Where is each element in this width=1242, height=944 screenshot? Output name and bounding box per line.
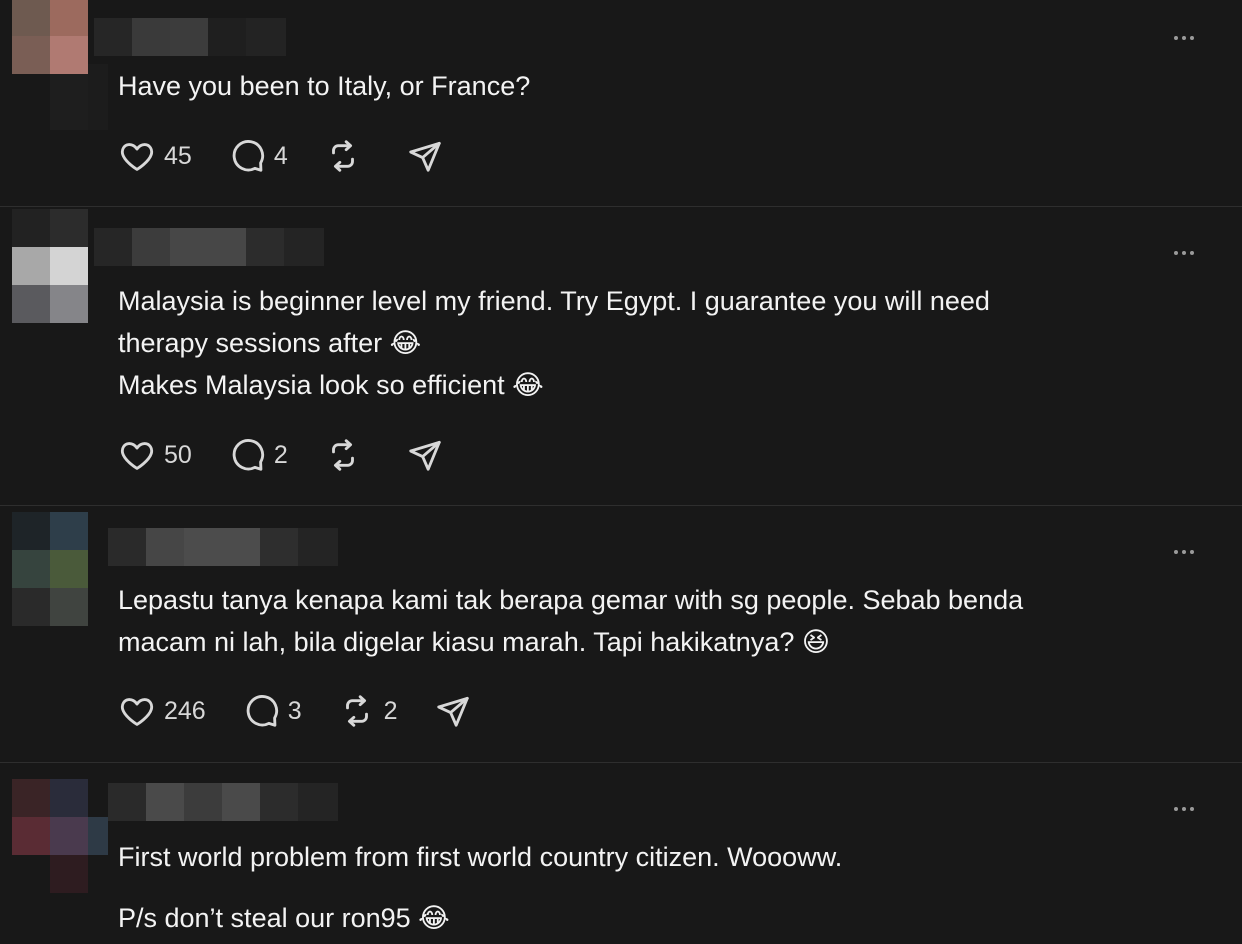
reply-post: First world problem from first world cou… xyxy=(0,763,1242,944)
reply-count: 3 xyxy=(287,696,302,725)
share-button[interactable] xyxy=(434,692,472,730)
more-options-icon[interactable] xyxy=(1168,544,1200,560)
repost-button[interactable] xyxy=(324,436,370,474)
avatar[interactable] xyxy=(12,779,108,895)
heart-icon xyxy=(120,442,154,470)
heart-icon xyxy=(120,698,154,726)
paper-plane-icon xyxy=(409,141,441,172)
paper-plane-icon xyxy=(409,440,441,471)
avatar[interactable] xyxy=(12,209,108,325)
repost-button[interactable] xyxy=(324,137,370,175)
post-text: Have you been to Italy, or France? xyxy=(118,65,1178,107)
post-actions: 45 4 xyxy=(118,136,480,176)
reply-button[interactable]: 2 xyxy=(228,436,288,474)
repost-count: 2 xyxy=(383,696,398,725)
reply-button[interactable]: 3 xyxy=(242,692,302,730)
paper-plane-icon xyxy=(436,696,469,727)
post-text-line: Makes Malaysia look so efficient 😂 xyxy=(118,370,544,400)
post-actions: 246 3 2 xyxy=(118,691,508,731)
share-button[interactable] xyxy=(406,436,444,474)
username-redacted[interactable] xyxy=(94,228,324,266)
username-redacted[interactable] xyxy=(94,18,286,56)
post-text: First world problem from first world cou… xyxy=(118,836,1178,939)
heart-icon xyxy=(120,143,154,171)
post-text-line: P/s don’t steal our ron95 😂 xyxy=(118,903,450,933)
post-text-line: First world problem from first world cou… xyxy=(118,842,843,872)
post-text-line: Lepastu tanya kenapa kami tak berapa gem… xyxy=(118,585,1024,615)
reply-count: 2 xyxy=(273,440,288,469)
username-redacted[interactable] xyxy=(108,528,338,566)
more-options-icon[interactable] xyxy=(1168,30,1200,46)
username-redacted[interactable] xyxy=(108,783,338,821)
like-button[interactable]: 246 xyxy=(118,692,206,730)
repost-icon xyxy=(345,695,368,727)
thread-replies-feed: Have you been to Italy, or France? 45 4 xyxy=(0,0,1242,944)
avatar[interactable] xyxy=(12,512,108,628)
speech-bubble-icon xyxy=(232,439,264,471)
more-options-icon[interactable] xyxy=(1168,245,1200,261)
like-button[interactable]: 45 xyxy=(118,137,192,175)
like-count: 45 xyxy=(164,141,192,170)
more-options-icon[interactable] xyxy=(1168,801,1200,817)
share-button[interactable] xyxy=(406,137,444,175)
like-count: 246 xyxy=(164,696,206,725)
reply-post: Malaysia is beginner level my friend. Tr… xyxy=(0,207,1242,505)
reply-button[interactable]: 4 xyxy=(228,137,288,175)
reply-post: Lepastu tanya kenapa kami tak berapa gem… xyxy=(0,506,1242,762)
speech-bubble-icon xyxy=(246,695,278,727)
repost-icon xyxy=(331,439,354,471)
speech-bubble-icon xyxy=(232,140,264,172)
post-text: Malaysia is beginner level my friend. Tr… xyxy=(118,280,1178,406)
repost-icon xyxy=(331,140,354,172)
post-text-line: Have you been to Italy, or France? xyxy=(118,71,531,101)
post-text-line: therapy sessions after 😂 xyxy=(118,328,422,358)
post-text-line: macam ni lah, bila digelar kiasu marah. … xyxy=(118,627,831,657)
reply-post: Have you been to Italy, or France? 45 4 xyxy=(0,0,1242,206)
reply-count: 4 xyxy=(273,141,288,170)
repost-button[interactable]: 2 xyxy=(338,692,398,730)
post-text: Lepastu tanya kenapa kami tak berapa gem… xyxy=(118,579,1178,663)
post-text-line: Malaysia is beginner level my friend. Tr… xyxy=(118,286,990,316)
like-count: 50 xyxy=(164,440,192,469)
like-button[interactable]: 50 xyxy=(118,436,192,474)
post-actions: 50 2 xyxy=(118,435,480,475)
